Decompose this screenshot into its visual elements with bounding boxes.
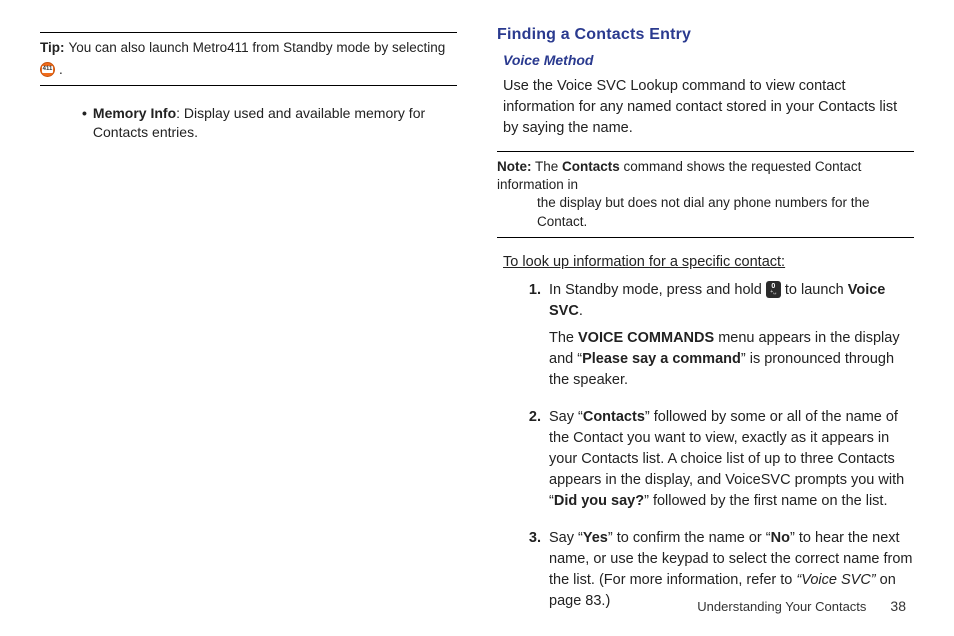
s1-b: to launch [781,282,848,298]
step-body: Say “Contacts” followed by some or all o… [549,407,914,518]
footer-section: Understanding Your Contacts [697,599,866,614]
bullet-body: Memory Info: Display used and available … [93,104,457,142]
step-number: 3. [521,528,541,618]
bullet-bold: Memory Info [93,105,176,121]
note-callout: Note: The Contacts command shows the req… [497,151,914,238]
ordered-steps: 1. In Standby mode, press and hold 0+␣ t… [497,280,914,618]
s2-e: ” followed by the first name on the list… [644,493,887,509]
s2-b: Contacts [583,409,645,425]
section-heading: Finding a Contacts Entry [497,26,914,44]
s1-p2d: Please say a command [582,351,741,367]
note-line2: the display but does not dial any phone … [497,194,914,230]
s1-p2a: The [549,330,578,346]
note-bold: Contacts [562,159,620,174]
procedure-lead: To look up information for a specific co… [503,254,914,270]
page-footer: Understanding Your Contacts 38 [697,598,906,614]
tip-label: Tip: [40,39,65,57]
s2-d: Did you say? [554,493,644,509]
page-number: 38 [890,598,906,614]
intro-paragraph: Use the Voice SVC Lookup command to view… [503,76,914,139]
subsection-heading: Voice Method [503,52,914,68]
411-icon: 411 [40,62,55,77]
s1-p2b: VOICE COMMANDS [578,330,714,346]
key-bottom: +␣ [770,290,776,295]
list-item: • Memory Info: Display used and availabl… [82,104,457,142]
step-number: 1. [521,280,541,397]
s2-a: Say “ [549,409,583,425]
s1-a: In Standby mode, press and hold [549,282,766,298]
note-line1a: The [535,159,562,174]
s3-f: “Voice SVC” [796,572,875,588]
s3-c: ” to confirm the name or “ [608,530,771,546]
s3-b: Yes [583,530,608,546]
tip-text-before: You can also launch Metro411 from Standb… [69,39,446,57]
step-number: 2. [521,407,541,518]
step-body: In Standby mode, press and hold 0+␣ to l… [549,280,914,397]
tip-callout: Tip: You can also launch Metro411 from S… [40,32,457,86]
411-icon-label: 411 [42,66,54,73]
right-column: Finding a Contacts Entry Voice Method Us… [497,24,914,628]
bullet-marker: • [82,104,87,142]
s3-d: No [771,530,790,546]
zero-key-icon: 0+␣ [766,281,781,298]
note-label: Note: [497,159,532,174]
s3-a: Say “ [549,530,583,546]
step-2: 2. Say “Contacts” followed by some or al… [521,407,914,518]
bullet-list: • Memory Info: Display used and availabl… [40,104,457,142]
left-column: Tip: You can also launch Metro411 from S… [40,24,457,628]
page-body: Tip: You can also launch Metro411 from S… [0,0,954,628]
s1-d: . [579,303,583,319]
tip-text-after: . [59,61,63,79]
step-1: 1. In Standby mode, press and hold 0+␣ t… [521,280,914,397]
